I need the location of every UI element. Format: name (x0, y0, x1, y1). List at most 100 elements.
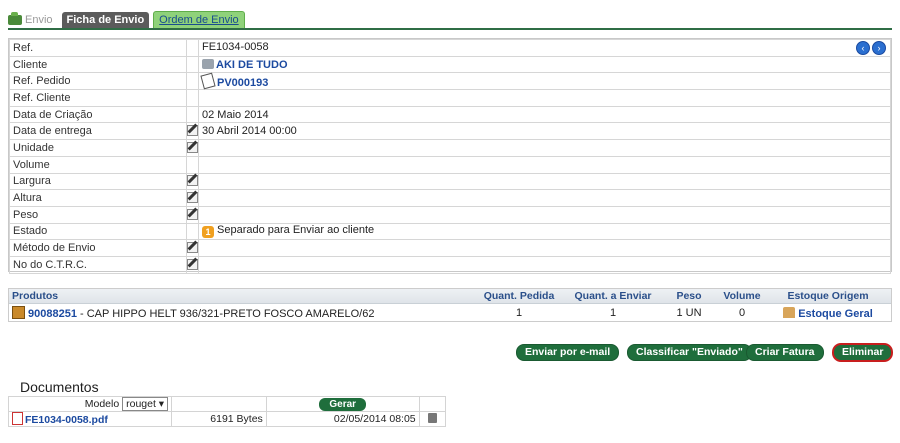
edit-icon[interactable] (187, 208, 198, 220)
unidade-value (198, 139, 891, 157)
modelo-label: Modelo (84, 398, 120, 410)
eliminar-button[interactable]: Eliminar (834, 345, 892, 360)
delete-icon[interactable] (427, 412, 437, 423)
edit-icon[interactable] (187, 174, 198, 187)
tab-ordem-envio[interactable]: Ordem de Envio (153, 11, 245, 28)
tab-envio-label: Envio (25, 14, 53, 26)
col-quant-enviar: Quant. a Enviar (574, 290, 652, 302)
field-row-estado: Estado 1 Separado para Enviar ao cliente (9, 222, 891, 241)
field-label: Peso (9, 205, 187, 224)
products-header: Produtos Quant. Pedida Quant. a Enviar P… (9, 289, 891, 304)
field-label: Data de entrega (9, 122, 187, 141)
volume-value (198, 155, 891, 174)
field-row-cliente: Cliente AKI DE TUDO (9, 55, 891, 74)
field-label: Unidade (9, 139, 187, 157)
field-row-ref-cliente: Ref. Cliente (9, 89, 891, 107)
ref-cliente-value (198, 89, 891, 107)
field-row-volume: Volume (9, 155, 891, 174)
field-label: Ref. Cliente (9, 89, 187, 107)
truck-icon (8, 12, 22, 25)
enviar-email-button[interactable]: Enviar por e-mail (517, 345, 619, 360)
field-row-ref: Ref. FE1034-0058 ‹ › (9, 39, 891, 57)
record-nav: ‹ › (856, 40, 886, 55)
pdf-icon (12, 412, 23, 425)
field-label: Método de Envio (9, 239, 187, 257)
next-record-icon[interactable]: › (872, 40, 886, 55)
data-entrega-value: 30 Abril 2014 00:00 (198, 122, 891, 141)
metodo-value (198, 239, 891, 257)
tab-ficha-envio[interactable]: Ficha de Envio (61, 12, 150, 28)
classificar-enviado-button[interactable]: Classificar "Enviado" (628, 345, 751, 360)
estoque-link[interactable]: Estoque Geral (798, 308, 873, 320)
field-label: Volume (9, 155, 187, 174)
company-icon (202, 58, 214, 69)
edit-icon[interactable] (187, 141, 198, 153)
field-row-metodo: Método de Envio (9, 239, 891, 257)
edit-icon[interactable] (187, 241, 198, 254)
cliente-link[interactable]: AKI DE TUDO (216, 59, 288, 71)
col-quant-pedida: Quant. Pedida (483, 290, 555, 302)
document-date: 02/05/2014 08:05 (265, 411, 420, 427)
estado-value: Separado para Enviar ao cliente (217, 224, 375, 237)
ref-pedido-link[interactable]: PV000193 (217, 77, 268, 89)
edit-icon[interactable] (187, 124, 198, 137)
field-row-largura: Largura (9, 172, 891, 191)
field-row-data-criacao: Data de Criação 02 Maio 2014 (9, 105, 891, 124)
field-label: Ref. (9, 39, 187, 57)
ref-value: FE1034-0058 (202, 40, 269, 53)
table-row: 90088251 - CAP HIPPO HELT 936/321-PRETO … (9, 304, 891, 322)
document-file-link[interactable]: FE1034-0058.pdf (25, 414, 108, 426)
field-label: Largura (9, 172, 187, 191)
product-code-link[interactable]: 90088251 (28, 308, 77, 320)
field-label: Data de Criação (9, 105, 187, 124)
modelo-select[interactable]: rouget ▾ (122, 397, 169, 411)
product-box-icon (12, 306, 25, 319)
documents-header-row: Modelo rouget ▾ Gerar (7, 396, 447, 412)
shipment-detail-card: Ref. FE1034-0058 ‹ › Cliente AKI DE TUDO… (8, 38, 892, 274)
status-icon: 1 (202, 226, 214, 239)
largura-value (198, 172, 891, 191)
col-volume: Volume (723, 290, 761, 302)
shipment-fields-table: Ref. FE1034-0058 ‹ › Cliente AKI DE TUDO… (9, 39, 891, 274)
edit-icon[interactable] (187, 191, 198, 204)
field-label: Estado (9, 222, 187, 241)
warehouse-icon (783, 306, 796, 318)
field-row-data-entrega: Data de entrega 30 Abril 2014 00:00 (9, 122, 891, 141)
product-description: - CAP HIPPO HELT 936/321-PRETO FOSCO AMA… (76, 308, 375, 320)
tab-envio[interactable]: Envio (8, 12, 58, 28)
gerar-button[interactable]: Gerar (319, 397, 367, 411)
field-row-ref-pedido: Ref. Pedido PV000193 (9, 72, 891, 91)
previous-record-icon[interactable]: ‹ (856, 40, 870, 55)
documents-table: Modelo rouget ▾ Gerar FE1034-0058.pdf 61… (7, 396, 447, 427)
table-row: FE1034-0058.pdf 6191 Bytes 02/05/2014 08… (7, 411, 447, 427)
field-row-altura: Altura (9, 189, 891, 207)
col-produtos: Produtos (12, 290, 59, 302)
criar-fatura-button[interactable]: Criar Fatura (747, 345, 823, 360)
altura-value (198, 189, 891, 207)
peso-value (198, 205, 891, 224)
peso-cell: 1 UN (676, 307, 702, 319)
document-size: 6191 Bytes (171, 411, 267, 427)
field-label: No do C.T.R.C. (9, 255, 187, 274)
field-label: Ref. Pedido (9, 72, 187, 91)
field-row-unidade: Unidade (9, 139, 891, 157)
field-row-ctrc: No do C.T.R.C. (9, 255, 891, 274)
field-row-peso: Peso (9, 205, 891, 224)
tab-underline (8, 28, 892, 30)
data-criacao-value: 02 Maio 2014 (198, 105, 891, 124)
edit-icon[interactable] (187, 258, 198, 270)
quant-pedida-value: 1 (515, 307, 523, 319)
tab-ficha-label: Ficha de Envio (66, 14, 145, 26)
field-label: Cliente (9, 55, 187, 74)
products-table: Produtos Quant. Pedida Quant. a Enviar P… (8, 288, 892, 322)
col-estoque: Estoque Origem (787, 290, 869, 302)
documents-title: Documentos (20, 379, 99, 395)
tab-ordem-label: Ordem de Envio (159, 14, 239, 26)
col-peso: Peso (676, 290, 702, 302)
ctrc-value (198, 255, 891, 274)
volume-cell: 0 (738, 307, 746, 319)
tab-bar: Envio Ficha de Envio Ordem de Envio (8, 8, 245, 28)
order-icon (200, 72, 216, 90)
quant-enviar-value: 1 (609, 307, 617, 319)
field-label: Altura (9, 189, 187, 207)
